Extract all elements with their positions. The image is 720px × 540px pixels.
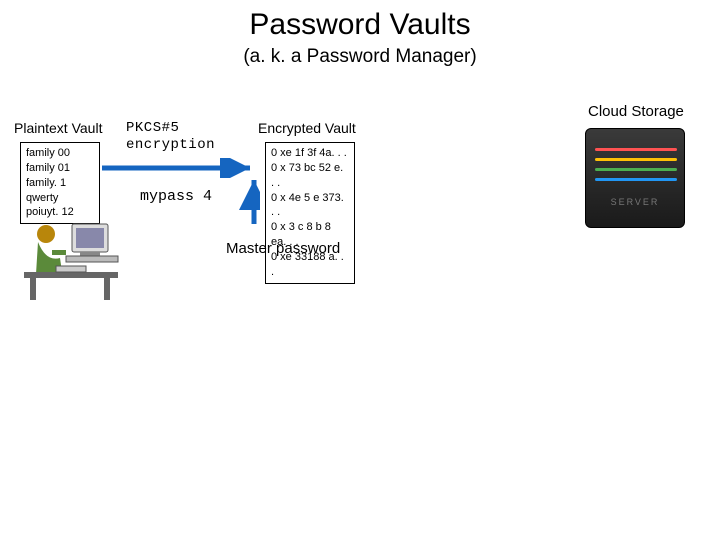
- plaintext-item: family. 1: [26, 176, 94, 191]
- plaintext-vault-box: family 00 family 01 family. 1 qwerty poi…: [20, 142, 100, 224]
- master-password-value: mypass 4: [140, 188, 212, 205]
- page-subtitle: (a. k. a Password Manager): [0, 46, 720, 68]
- page-title: Password Vaults: [0, 8, 720, 42]
- arrow-up-icon: [208, 172, 260, 230]
- encrypted-vault-label: Encrypted Vault: [258, 120, 356, 136]
- encrypted-item: 0 x 73 bc 52 e. . .: [271, 161, 349, 191]
- encryption-method-line1: PKCS#5: [126, 120, 215, 137]
- server-label: SERVER: [595, 197, 675, 207]
- cloud-storage-label: Cloud Storage: [588, 103, 684, 120]
- encrypted-vault-box: 0 xe 1f 3f 4a. . . 0 x 73 bc 52 e. . . 0…: [265, 142, 355, 284]
- encryption-method-line2: encryption: [126, 137, 215, 154]
- encryption-method: PKCS#5 encryption: [126, 120, 215, 154]
- plaintext-item: qwerty: [26, 191, 94, 206]
- plaintext-vault-label: Plaintext Vault: [14, 120, 102, 136]
- encrypted-item: 0 x 4e 5 e 373. . .: [271, 191, 349, 221]
- encrypted-item: 0 xe 1f 3f 4a. . .: [271, 146, 349, 161]
- plaintext-item: family 00: [26, 146, 94, 161]
- user-at-computer-icon: [20, 218, 120, 304]
- server-rack-icon: SERVER: [585, 128, 685, 228]
- master-password-label: Master password: [226, 240, 340, 257]
- plaintext-item: family 01: [26, 161, 94, 176]
